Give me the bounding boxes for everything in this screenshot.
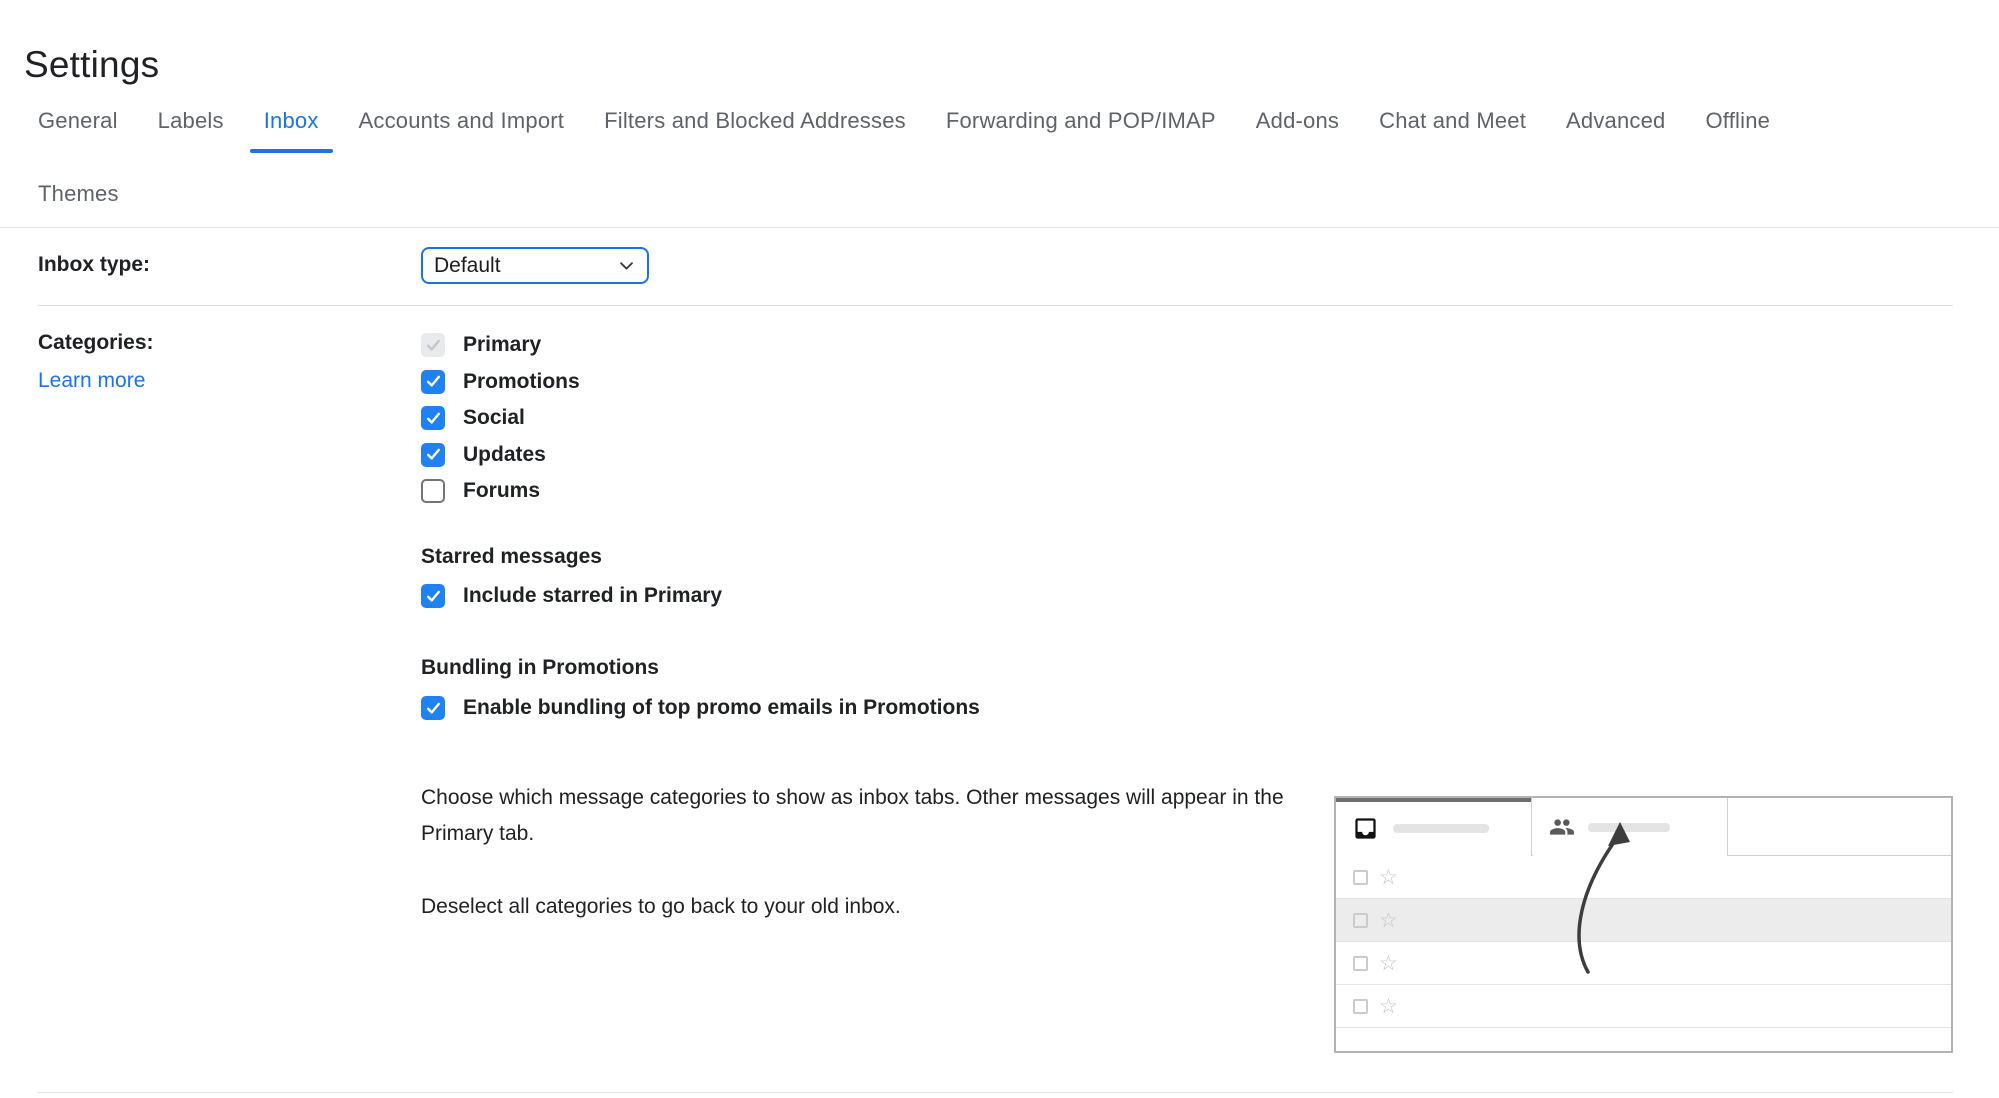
- illustration-tabbar: [1336, 798, 1951, 856]
- updates-label: Updates: [463, 443, 546, 467]
- settings-tab-bar-row2: Themes: [38, 178, 119, 210]
- star-icon: ☆: [1379, 870, 1398, 885]
- starred-messages-heading: Starred messages: [421, 545, 602, 569]
- include-starred-in-primary-label: Include starred in Primary: [463, 584, 722, 608]
- star-icon: ☆: [1379, 956, 1398, 971]
- tab-accounts-and-import[interactable]: Accounts and Import: [359, 105, 565, 137]
- star-icon: ☆: [1379, 999, 1398, 1014]
- categories-checkbox-list: Primary Promotions Social Updates Forums: [421, 333, 580, 503]
- forums-label: Forums: [463, 479, 540, 503]
- illustration-primary-tab: [1336, 798, 1532, 856]
- enable-bundling-of-top-promo-emails-in-promotions-checkbox[interactable]: [421, 696, 445, 720]
- inbox-type-selected-value: Default: [434, 254, 501, 278]
- illustration-social-tab: [1533, 798, 1728, 856]
- checkbox-icon: [1353, 999, 1368, 1014]
- bundling-heading: Bundling in Promotions: [421, 656, 659, 680]
- check-icon: [425, 337, 442, 354]
- bottom-divider: [38, 1092, 1953, 1093]
- option-row-primary: Primary: [421, 333, 580, 357]
- tab-chat-and-meet[interactable]: Chat and Meet: [1379, 105, 1526, 137]
- tab-advanced[interactable]: Advanced: [1566, 105, 1665, 137]
- chevron-down-icon: [617, 256, 636, 275]
- option-row-enable-bundling-of-top-promo-emails-in-promotions: Enable bundling of top promo emails in P…: [421, 696, 980, 720]
- checkbox-icon: [1353, 913, 1368, 928]
- checkbox-icon: [1353, 870, 1368, 885]
- primary-checkbox: [421, 333, 445, 357]
- inbox-tabs-illustration: ☆ ☆ ☆ ☆: [1334, 796, 1953, 1053]
- checkbox-icon: [1353, 956, 1368, 971]
- page-title: Settings: [24, 41, 159, 88]
- tab-forwarding-and-pop-imap[interactable]: Forwarding and POP/IMAP: [946, 105, 1216, 137]
- inbox-icon: [1352, 815, 1379, 842]
- tab-themes[interactable]: Themes: [38, 178, 119, 210]
- option-row-include-starred-in-primary: Include starred in Primary: [421, 584, 722, 608]
- inbox-type-label: Inbox type:: [38, 253, 150, 277]
- illustration-email-row-selected: ☆: [1336, 899, 1951, 942]
- include-starred-in-primary-checkbox[interactable]: [421, 584, 445, 608]
- tab-label-placeholder: [1588, 823, 1670, 832]
- promotions-label: Promotions: [463, 370, 580, 394]
- tab-filters-and-blocked-addresses[interactable]: Filters and Blocked Addresses: [604, 105, 906, 137]
- forums-checkbox[interactable]: [421, 479, 445, 503]
- check-icon: [425, 410, 442, 427]
- description-paragraph: Choose which message categories to show …: [421, 780, 1321, 852]
- option-row-updates: Updates: [421, 443, 580, 467]
- illustration-email-row: ☆: [1336, 942, 1951, 985]
- option-row-social: Social: [421, 406, 580, 430]
- promotions-checkbox[interactable]: [421, 370, 445, 394]
- inbox-type-divider: [38, 305, 1953, 306]
- people-icon: [1549, 814, 1575, 840]
- tab-inbox[interactable]: Inbox: [264, 105, 319, 137]
- updates-checkbox[interactable]: [421, 443, 445, 467]
- tab-general[interactable]: General: [38, 105, 118, 137]
- check-icon: [425, 373, 442, 390]
- check-icon: [425, 700, 442, 717]
- illustration-email-row: ☆: [1336, 856, 1951, 899]
- tab-add-ons[interactable]: Add-ons: [1256, 105, 1339, 137]
- social-checkbox[interactable]: [421, 406, 445, 430]
- enable-bundling-of-top-promo-emails-in-promotions-label: Enable bundling of top promo emails in P…: [463, 696, 980, 720]
- illustration-email-row: ☆: [1336, 985, 1951, 1028]
- check-icon: [425, 588, 442, 605]
- settings-tab-bar-row1: General Labels Inbox Accounts and Import Fil…: [38, 105, 1770, 137]
- check-icon: [425, 446, 442, 463]
- tabbar-divider: [0, 227, 1999, 228]
- primary-label: Primary: [463, 333, 541, 357]
- tab-labels[interactable]: Labels: [158, 105, 224, 137]
- learn-more-link[interactable]: Learn more: [38, 369, 145, 393]
- social-label: Social: [463, 406, 525, 430]
- star-icon: ☆: [1379, 913, 1398, 928]
- categories-description: Choose which message categories to show …: [421, 780, 1321, 962]
- tab-label-placeholder: [1393, 824, 1489, 833]
- description-paragraph: Deselect all categories to go back to yo…: [421, 889, 1321, 925]
- inbox-type-select[interactable]: Default: [421, 247, 649, 284]
- tab-offline[interactable]: Offline: [1706, 105, 1771, 137]
- option-row-forums: Forums: [421, 479, 580, 503]
- option-row-promotions: Promotions: [421, 370, 580, 394]
- categories-label: Categories:: [38, 331, 154, 355]
